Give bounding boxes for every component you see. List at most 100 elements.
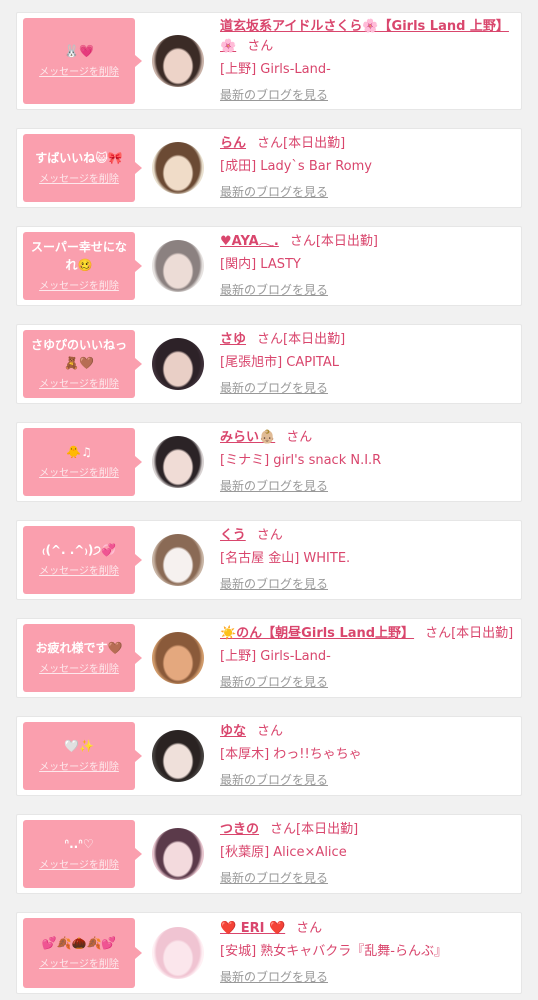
delete-message-link[interactable]: メッセージを削除 bbox=[39, 378, 119, 392]
latest-blog-link[interactable]: 最新のブログを見る bbox=[220, 280, 515, 300]
message-card: スーパー幸せになれ🥴 メッセージを削除 ♥AYA𓂃. さん[本日出勤] [関内] … bbox=[16, 226, 522, 306]
honorific: さん bbox=[296, 921, 323, 936]
honorific: さん bbox=[286, 430, 313, 445]
avatar[interactable] bbox=[152, 338, 204, 390]
avatar[interactable] bbox=[152, 927, 204, 979]
delete-message-link[interactable]: メッセージを削除 bbox=[39, 280, 119, 294]
cast-name-link[interactable]: らん bbox=[220, 136, 246, 151]
name-line: くう さん bbox=[220, 526, 515, 546]
message-bubble: すばいいね😺🎀 メッセージを削除 bbox=[23, 134, 142, 202]
cast-info: 道玄坂系アイドルさくら🌸【Girls Land 上野】🌸 さん [上野] Girl… bbox=[220, 13, 515, 109]
shop-name: [秋葉原] Alice×Alice bbox=[220, 845, 347, 860]
message-card: 🐥♫ メッセージを削除 みらい👶🏼 さん [ミナミ] girl's snack N… bbox=[16, 422, 522, 502]
shop-name: [安城] 熟女キャバクラ『乱舞-らんぶ』 bbox=[220, 944, 447, 959]
delete-message-link[interactable]: メッセージを削除 bbox=[39, 761, 119, 775]
cast-info: ゆな さん [本厚木] わっ!!ちゃちゃ 最新のブログを見る bbox=[220, 717, 515, 795]
message-text: スーパー幸せになれ🥴 bbox=[31, 240, 127, 272]
latest-blog-link[interactable]: 最新のブログを見る bbox=[220, 182, 515, 202]
message-text: 🐥♫ bbox=[66, 445, 92, 459]
delete-message-link[interactable]: メッセージを削除 bbox=[39, 859, 119, 873]
honorific: さん bbox=[425, 626, 452, 641]
message-text: 🤍✨ bbox=[64, 739, 94, 753]
message-text: ᐢ..ᐢ♡ bbox=[64, 837, 94, 851]
avatar[interactable] bbox=[152, 730, 204, 782]
message-bubble: ᐢ..ᐢ♡ メッセージを削除 bbox=[23, 820, 142, 888]
message-bubble: 💕🍂🌰🍂💕 メッセージを削除 bbox=[23, 918, 142, 988]
latest-blog-link[interactable]: 最新のブログを見る bbox=[220, 85, 515, 105]
message-bubble: 🤍✨ メッセージを削除 bbox=[23, 722, 142, 790]
message-card: お疲れ様です🤎 メッセージを削除 ☀️のん【朝昼Girls Land上野】 さん[… bbox=[16, 618, 522, 698]
shop-name: [ミナミ] girl's snack N.I.R bbox=[220, 453, 382, 468]
message-bubble: ₍(^. .^₎)੭💞 メッセージを削除 bbox=[23, 526, 142, 594]
latest-blog-link[interactable]: 最新のブログを見る bbox=[220, 868, 515, 888]
delete-message-link[interactable]: メッセージを削除 bbox=[39, 66, 119, 80]
name-line: ゆな さん bbox=[220, 722, 515, 742]
avatar[interactable] bbox=[152, 828, 204, 880]
message-list: 🐰💗 メッセージを削除 道玄坂系アイドルさくら🌸【Girls Land 上野】🌸… bbox=[0, 0, 538, 994]
message-text: さゆぴのいいねっ🧸🤎 bbox=[30, 338, 127, 370]
latest-blog-link[interactable]: 最新のブログを見る bbox=[220, 476, 515, 496]
cast-name-link[interactable]: みらい👶🏼 bbox=[220, 430, 275, 445]
delete-message-link[interactable]: メッセージを削除 bbox=[39, 173, 119, 187]
name-line: ☀️のん【朝昼Girls Land上野】 さん[本日出勤] bbox=[220, 624, 515, 644]
message-text: すばいいね😺🎀 bbox=[35, 151, 123, 165]
message-bubble: 🐥♫ メッセージを削除 bbox=[23, 428, 142, 496]
name-line: らん さん[本日出勤] bbox=[220, 134, 515, 154]
name-line: ♥AYA𓂃. さん[本日出勤] bbox=[220, 232, 515, 252]
latest-blog-link[interactable]: 最新のブログを見る bbox=[220, 967, 515, 987]
honorific: さん bbox=[247, 39, 274, 54]
message-bubble: お疲れ様です🤎 メッセージを削除 bbox=[23, 624, 142, 692]
name-line: ❤️ ERI ❤️ さん bbox=[220, 919, 515, 939]
message-card: さゆぴのいいねっ🧸🤎 メッセージを削除 さゆ さん[本日出勤] [尾張旭市] CA… bbox=[16, 324, 522, 404]
message-card: ᐢ..ᐢ♡ メッセージを削除 つきの さん[本日出勤] [秋葉原] Alice×A… bbox=[16, 814, 522, 894]
cast-info: つきの さん[本日出勤] [秋葉原] Alice×Alice 最新のブログを見る bbox=[220, 815, 515, 893]
latest-blog-link[interactable]: 最新のブログを見る bbox=[220, 672, 515, 692]
avatar[interactable] bbox=[152, 35, 204, 87]
delete-message-link[interactable]: メッセージを削除 bbox=[39, 565, 119, 579]
message-bubble: さゆぴのいいねっ🧸🤎 メッセージを削除 bbox=[23, 330, 142, 398]
message-card: すばいいね😺🎀 メッセージを削除 らん さん[本日出勤] [成田] Lady`s … bbox=[16, 128, 522, 208]
cast-info: らん さん[本日出勤] [成田] Lady`s Bar Romy 最新のブログを見… bbox=[220, 129, 515, 207]
name-line: さゆ さん[本日出勤] bbox=[220, 330, 515, 350]
status-badge: [本日出勤] bbox=[296, 822, 359, 837]
status-badge: [本日出勤] bbox=[283, 136, 346, 151]
status-badge: [本日出勤] bbox=[283, 332, 346, 347]
cast-name-link[interactable]: ♥AYA𓂃. bbox=[220, 234, 279, 249]
latest-blog-link[interactable]: 最新のブログを見る bbox=[220, 378, 515, 398]
avatar[interactable] bbox=[152, 436, 204, 488]
shop-name: [本厚木] わっ!!ちゃちゃ bbox=[220, 747, 362, 762]
honorific: さん bbox=[289, 234, 316, 249]
cast-name-link[interactable]: ゆな bbox=[220, 724, 246, 739]
message-card: ₍(^. .^₎)੭💞 メッセージを削除 くう さん [名古屋 金山] WHITE… bbox=[16, 520, 522, 600]
cast-info: ♥AYA𓂃. さん[本日出勤] [関内] LASTY 最新のブログを見る bbox=[220, 227, 515, 305]
status-badge: [本日出勤] bbox=[451, 626, 514, 641]
message-text: 🐰💗 bbox=[64, 44, 94, 58]
cast-name-link[interactable]: くう bbox=[220, 528, 246, 543]
message-bubble: スーパー幸せになれ🥴 メッセージを削除 bbox=[23, 232, 142, 300]
delete-message-link[interactable]: メッセージを削除 bbox=[39, 467, 119, 481]
honorific: さん bbox=[256, 528, 283, 543]
delete-message-link[interactable]: メッセージを削除 bbox=[39, 663, 119, 677]
message-card: 🐰💗 メッセージを削除 道玄坂系アイドルさくら🌸【Girls Land 上野】🌸… bbox=[16, 12, 522, 110]
cast-name-link[interactable]: ☀️のん【朝昼Girls Land上野】 bbox=[220, 626, 414, 641]
name-line: つきの さん[本日出勤] bbox=[220, 820, 515, 840]
cast-name-link[interactable]: つきの bbox=[220, 822, 259, 837]
delete-message-link[interactable]: メッセージを削除 bbox=[39, 958, 119, 972]
message-text: 💕🍂🌰🍂💕 bbox=[41, 936, 117, 950]
latest-blog-link[interactable]: 最新のブログを見る bbox=[220, 770, 515, 790]
latest-blog-link[interactable]: 最新のブログを見る bbox=[220, 574, 515, 594]
avatar[interactable] bbox=[152, 240, 204, 292]
message-card: 🤍✨ メッセージを削除 ゆな さん [本厚木] わっ!!ちゃちゃ 最新のブログを見… bbox=[16, 716, 522, 796]
cast-info: ❤️ ERI ❤️ さん [安城] 熟女キャバクラ『乱舞-らんぶ』 最新のブログを… bbox=[220, 913, 515, 993]
message-text: お疲れ様です🤎 bbox=[35, 641, 123, 655]
cast-name-link[interactable]: さゆ bbox=[220, 332, 246, 347]
shop-name: [成田] Lady`s Bar Romy bbox=[220, 159, 372, 174]
shop-name: [上野] Girls-Land- bbox=[220, 62, 331, 77]
avatar[interactable] bbox=[152, 534, 204, 586]
cast-name-link[interactable]: ❤️ ERI ❤️ bbox=[220, 921, 285, 936]
avatar[interactable] bbox=[152, 632, 204, 684]
avatar[interactable] bbox=[152, 142, 204, 194]
shop-name: [関内] LASTY bbox=[220, 257, 301, 272]
honorific: さん bbox=[257, 136, 284, 151]
cast-info: みらい👶🏼 さん [ミナミ] girl's snack N.I.R 最新のブログを… bbox=[220, 423, 515, 501]
